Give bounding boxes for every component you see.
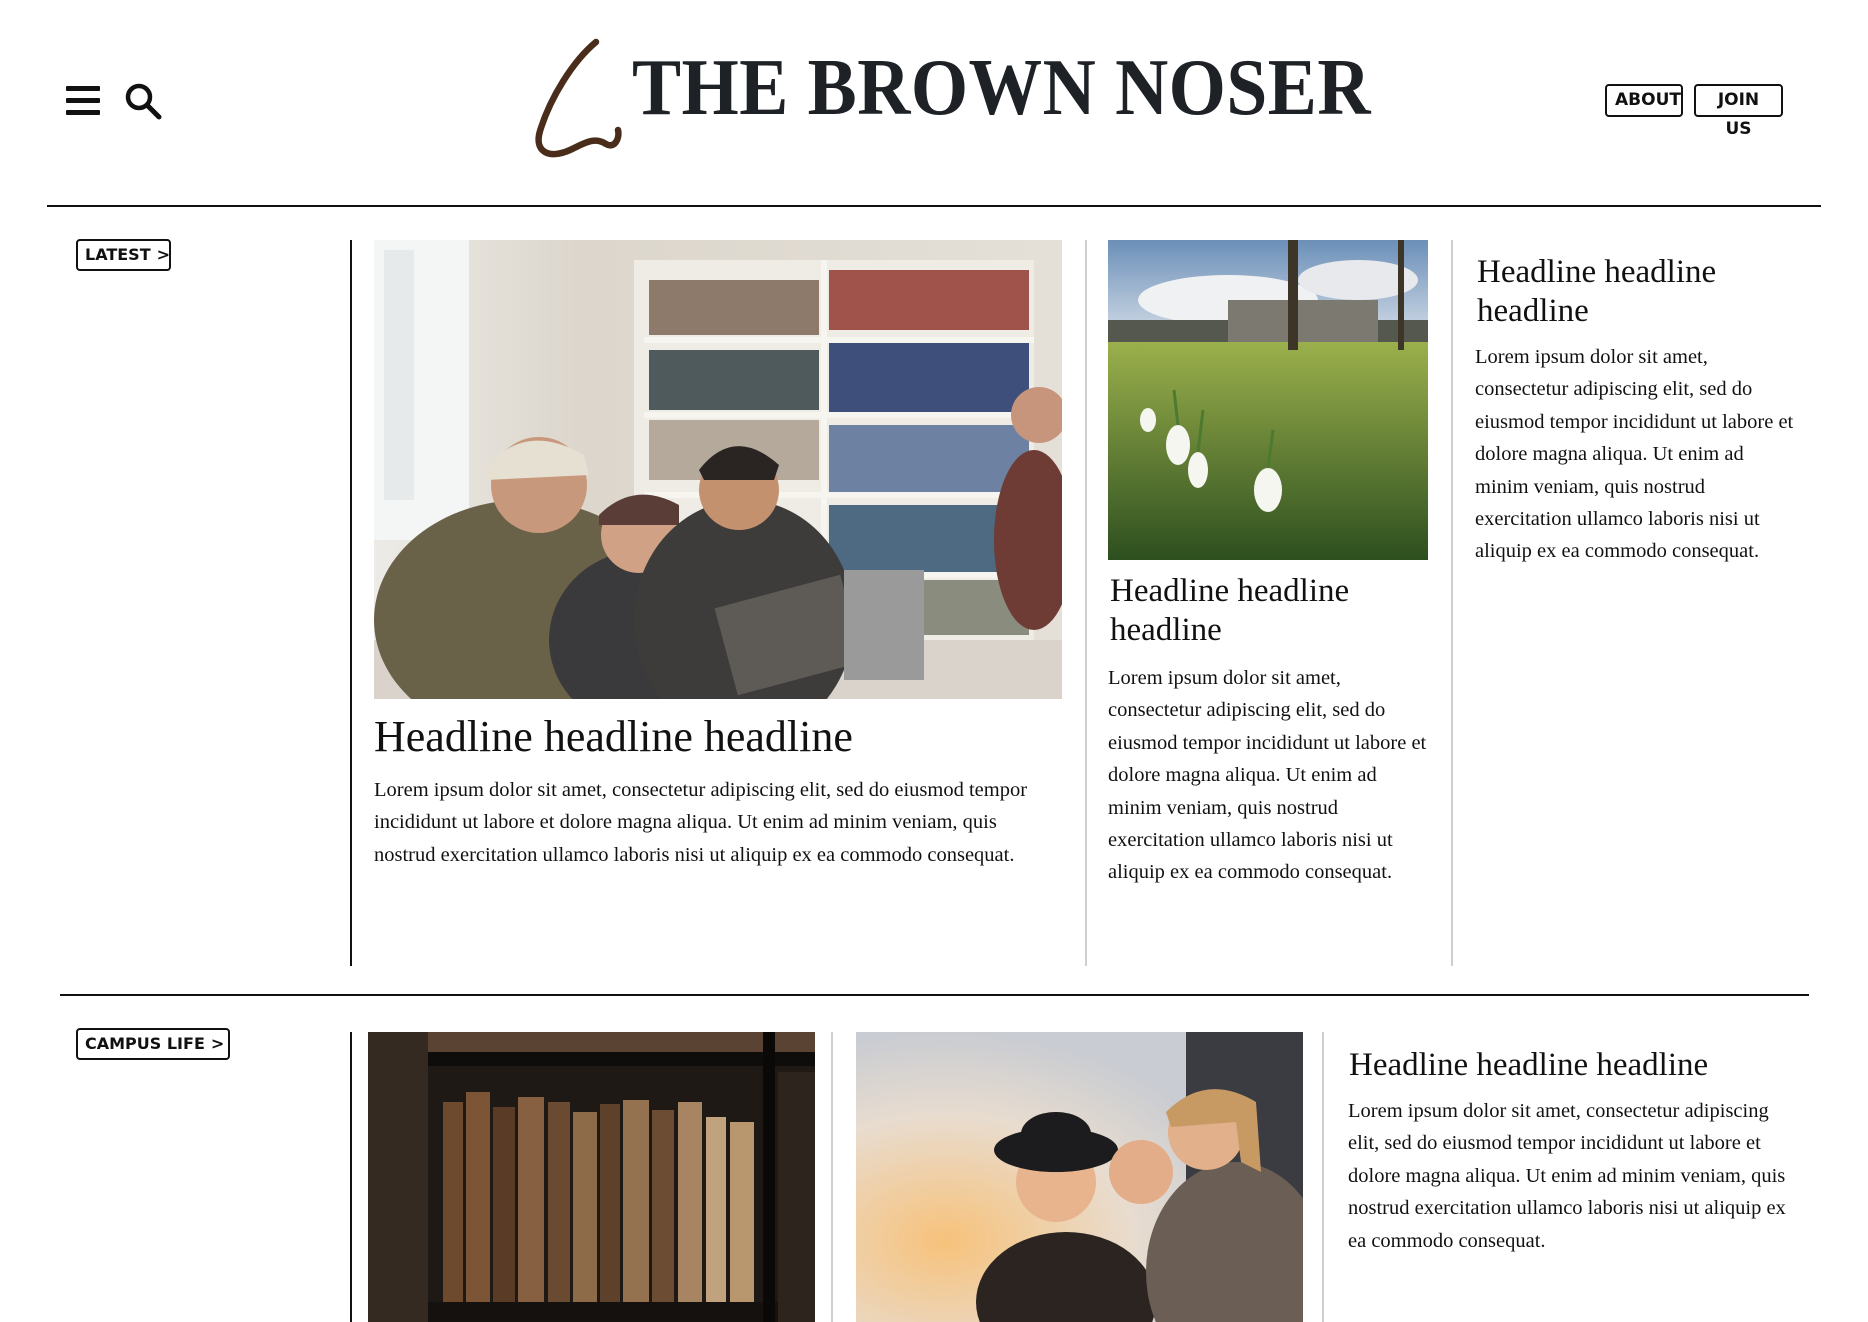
chevron-right-icon: >	[210, 1034, 225, 1053]
tertiary-headline[interactable]: Headline headline headline	[1477, 253, 1797, 331]
secondary-story-image[interactable]	[1108, 240, 1428, 560]
column-divider	[1322, 1032, 1324, 1322]
tertiary-summary: Lorem ipsum dolor sit amet, consectetur …	[1475, 346, 1794, 563]
menu-bar	[66, 110, 100, 115]
brand-logo[interactable]: THE BROWN NOSER	[528, 36, 1370, 166]
column-divider	[831, 1032, 833, 1322]
column-divider	[350, 240, 352, 966]
secondary-summary: Lorem ipsum dolor sit amet, consectetur …	[1108, 667, 1427, 884]
section-tag-label: LATEST	[85, 245, 151, 264]
column-divider	[350, 1032, 352, 1322]
campus-story-summary: Lorem ipsum dolor sit amet, consectetur …	[1348, 1100, 1786, 1252]
join-us-button[interactable]: JOIN US	[1694, 84, 1783, 139]
section-divider	[60, 994, 1809, 996]
campus-story-image[interactable]	[856, 1032, 1303, 1322]
secondary-headline[interactable]: Headline headline headline	[1110, 572, 1420, 650]
column-divider	[1085, 240, 1087, 966]
menu-bar	[66, 86, 100, 91]
header-divider	[47, 205, 1821, 207]
about-button[interactable]: ABOUT	[1605, 84, 1683, 117]
feature-headline[interactable]: Headline headline headline	[374, 711, 1062, 763]
menu-bar	[66, 98, 100, 103]
nose-logo-icon	[528, 36, 628, 162]
feature-story-image[interactable]	[374, 240, 1062, 699]
feature-summary: Lorem ipsum dolor sit amet, consectetur …	[374, 779, 1028, 866]
campus-life-section-link[interactable]: CAMPUS LIFE >	[76, 1028, 230, 1060]
section-tag-label: CAMPUS LIFE	[85, 1034, 205, 1053]
campus-story-headline[interactable]: Headline headline headline	[1349, 1046, 1819, 1085]
site-title: THE BROWN NOSER	[632, 44, 1371, 132]
latest-section-link[interactable]: LATEST >	[76, 239, 171, 271]
search-icon[interactable]	[124, 82, 162, 120]
chevron-right-icon: >	[156, 245, 171, 264]
hamburger-menu-icon[interactable]	[66, 86, 100, 116]
column-divider	[1451, 240, 1453, 966]
campus-story-image[interactable]	[368, 1032, 815, 1322]
